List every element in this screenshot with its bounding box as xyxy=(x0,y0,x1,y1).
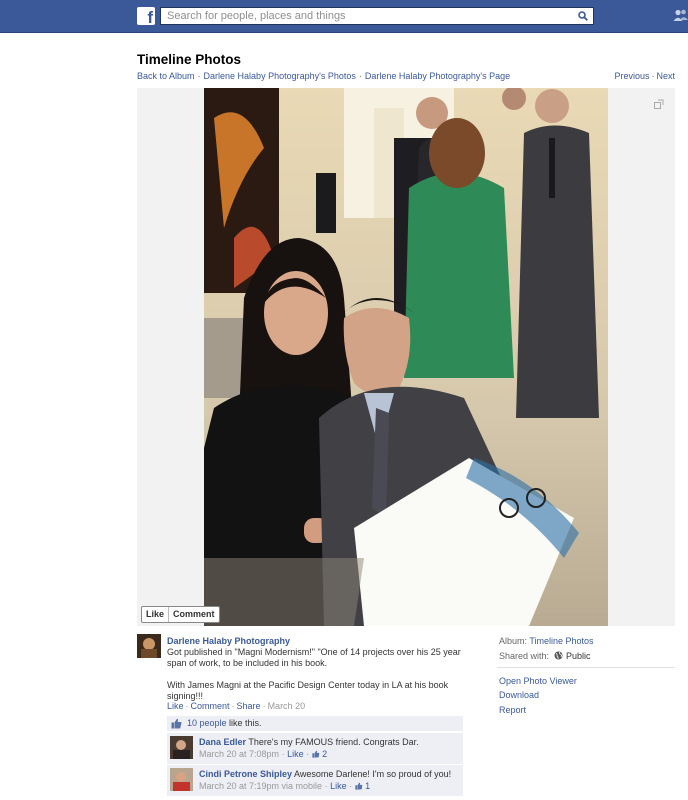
shared-with-value: Public xyxy=(566,651,591,661)
action-separator: · xyxy=(231,701,235,711)
breadcrumb-separator: · xyxy=(358,71,362,81)
likes-suffix: like this. xyxy=(226,718,262,728)
comment-time: March 20 at 7:08pm xyxy=(199,749,280,759)
comment-author[interactable]: Cindi Petrone Shipley xyxy=(199,769,292,779)
album-label: Album: xyxy=(499,636,528,646)
likes-summary: 10 people like this. xyxy=(167,716,463,731)
previous-link[interactable]: Previous xyxy=(614,71,649,81)
comment-like-count[interactable]: 1 xyxy=(365,781,370,791)
privacy-info: Shared with: Public xyxy=(499,651,591,662)
post-actions: Like · Comment · Share · March 20 xyxy=(167,701,305,711)
likes-text: 10 people like this. xyxy=(187,716,262,731)
post-share-link[interactable]: Share xyxy=(237,701,261,711)
comment-item: Dana Edler There's my FAMOUS friend. Con… xyxy=(167,732,463,764)
search-icon[interactable] xyxy=(578,11,588,21)
thumbs-up-icon xyxy=(354,782,362,790)
thumbs-up-icon xyxy=(311,750,319,758)
comment-body: Cindi Petrone Shipley Awesome Darlene! I… xyxy=(199,768,451,792)
likes-people-link[interactable]: 10 people xyxy=(187,718,227,728)
comment-item: Cindi Petrone Shipley Awesome Darlene! I… xyxy=(167,764,463,796)
photo-like-comment-bar: Like Comment xyxy=(141,606,220,623)
breadcrumb-back-to-album[interactable]: Back to Album xyxy=(137,71,195,81)
friend-requests-icon[interactable] xyxy=(673,8,688,23)
shared-with-label: Shared with: xyxy=(499,651,550,661)
post-like-link[interactable]: Like xyxy=(167,701,184,711)
post-author[interactable]: Darlene Halaby Photography xyxy=(167,636,290,646)
photo-image[interactable] xyxy=(204,88,608,626)
comment-avatar[interactable] xyxy=(170,768,193,791)
post-date: March 20 xyxy=(267,701,306,711)
comment-author[interactable]: Dana Edler xyxy=(199,737,246,747)
expand-icon[interactable] xyxy=(654,99,664,109)
photo-like-button[interactable]: Like xyxy=(142,607,168,622)
breadcrumb-separator: · xyxy=(197,71,201,81)
album-info: Album: Timeline Photos xyxy=(499,636,594,647)
album-link[interactable]: Timeline Photos xyxy=(529,636,593,646)
post-text-line-2: With James Magni at the Pacific Design C… xyxy=(167,680,449,701)
comment-avatar[interactable] xyxy=(170,736,193,759)
comment-text: There's my FAMOUS friend. Congrats Dar. xyxy=(248,737,419,747)
comment-time: March 20 at 7:19pm via mobile xyxy=(199,781,323,791)
search-box[interactable] xyxy=(160,7,594,25)
sidebar-divider xyxy=(497,667,675,668)
photo-stage: Like Comment xyxy=(137,88,675,626)
comment-like-link[interactable]: Like xyxy=(287,749,304,759)
action-separator: · xyxy=(262,701,266,711)
breadcrumb-photos[interactable]: Darlene Halaby Photography's Photos xyxy=(204,71,356,81)
top-bar: f xyxy=(0,0,688,33)
next-link[interactable]: Next xyxy=(656,71,675,81)
comment-like-link[interactable]: Like xyxy=(330,781,347,791)
search-input[interactable] xyxy=(161,8,573,24)
breadcrumb-page[interactable]: Darlene Halaby Photography's Page xyxy=(365,71,510,81)
comment-body: Dana Edler There's my FAMOUS friend. Con… xyxy=(199,736,419,760)
report-link[interactable]: Report xyxy=(499,705,526,716)
open-photo-viewer-link[interactable]: Open Photo Viewer xyxy=(499,676,577,687)
comment-text: Awesome Darlene! I'm so proud of you! xyxy=(294,769,452,779)
globe-icon xyxy=(554,651,563,660)
action-separator: · xyxy=(185,701,189,711)
avatar[interactable] xyxy=(137,634,161,658)
photo-pager: Previous · Next xyxy=(614,71,675,81)
post-text-line-1: Got published in "Magni Modernism!" "One… xyxy=(167,647,461,668)
thumbs-up-icon xyxy=(171,718,182,729)
photo-comment-button[interactable]: Comment xyxy=(168,607,219,622)
breadcrumb: Back to Album · Darlene Halaby Photography… xyxy=(137,71,510,81)
comment-like-count[interactable]: 2 xyxy=(322,749,327,759)
download-link[interactable]: Download xyxy=(499,690,539,701)
page-title: Timeline Photos xyxy=(137,52,242,67)
post-comment-link[interactable]: Comment xyxy=(191,701,230,711)
facebook-logo-icon[interactable]: f xyxy=(137,7,155,25)
